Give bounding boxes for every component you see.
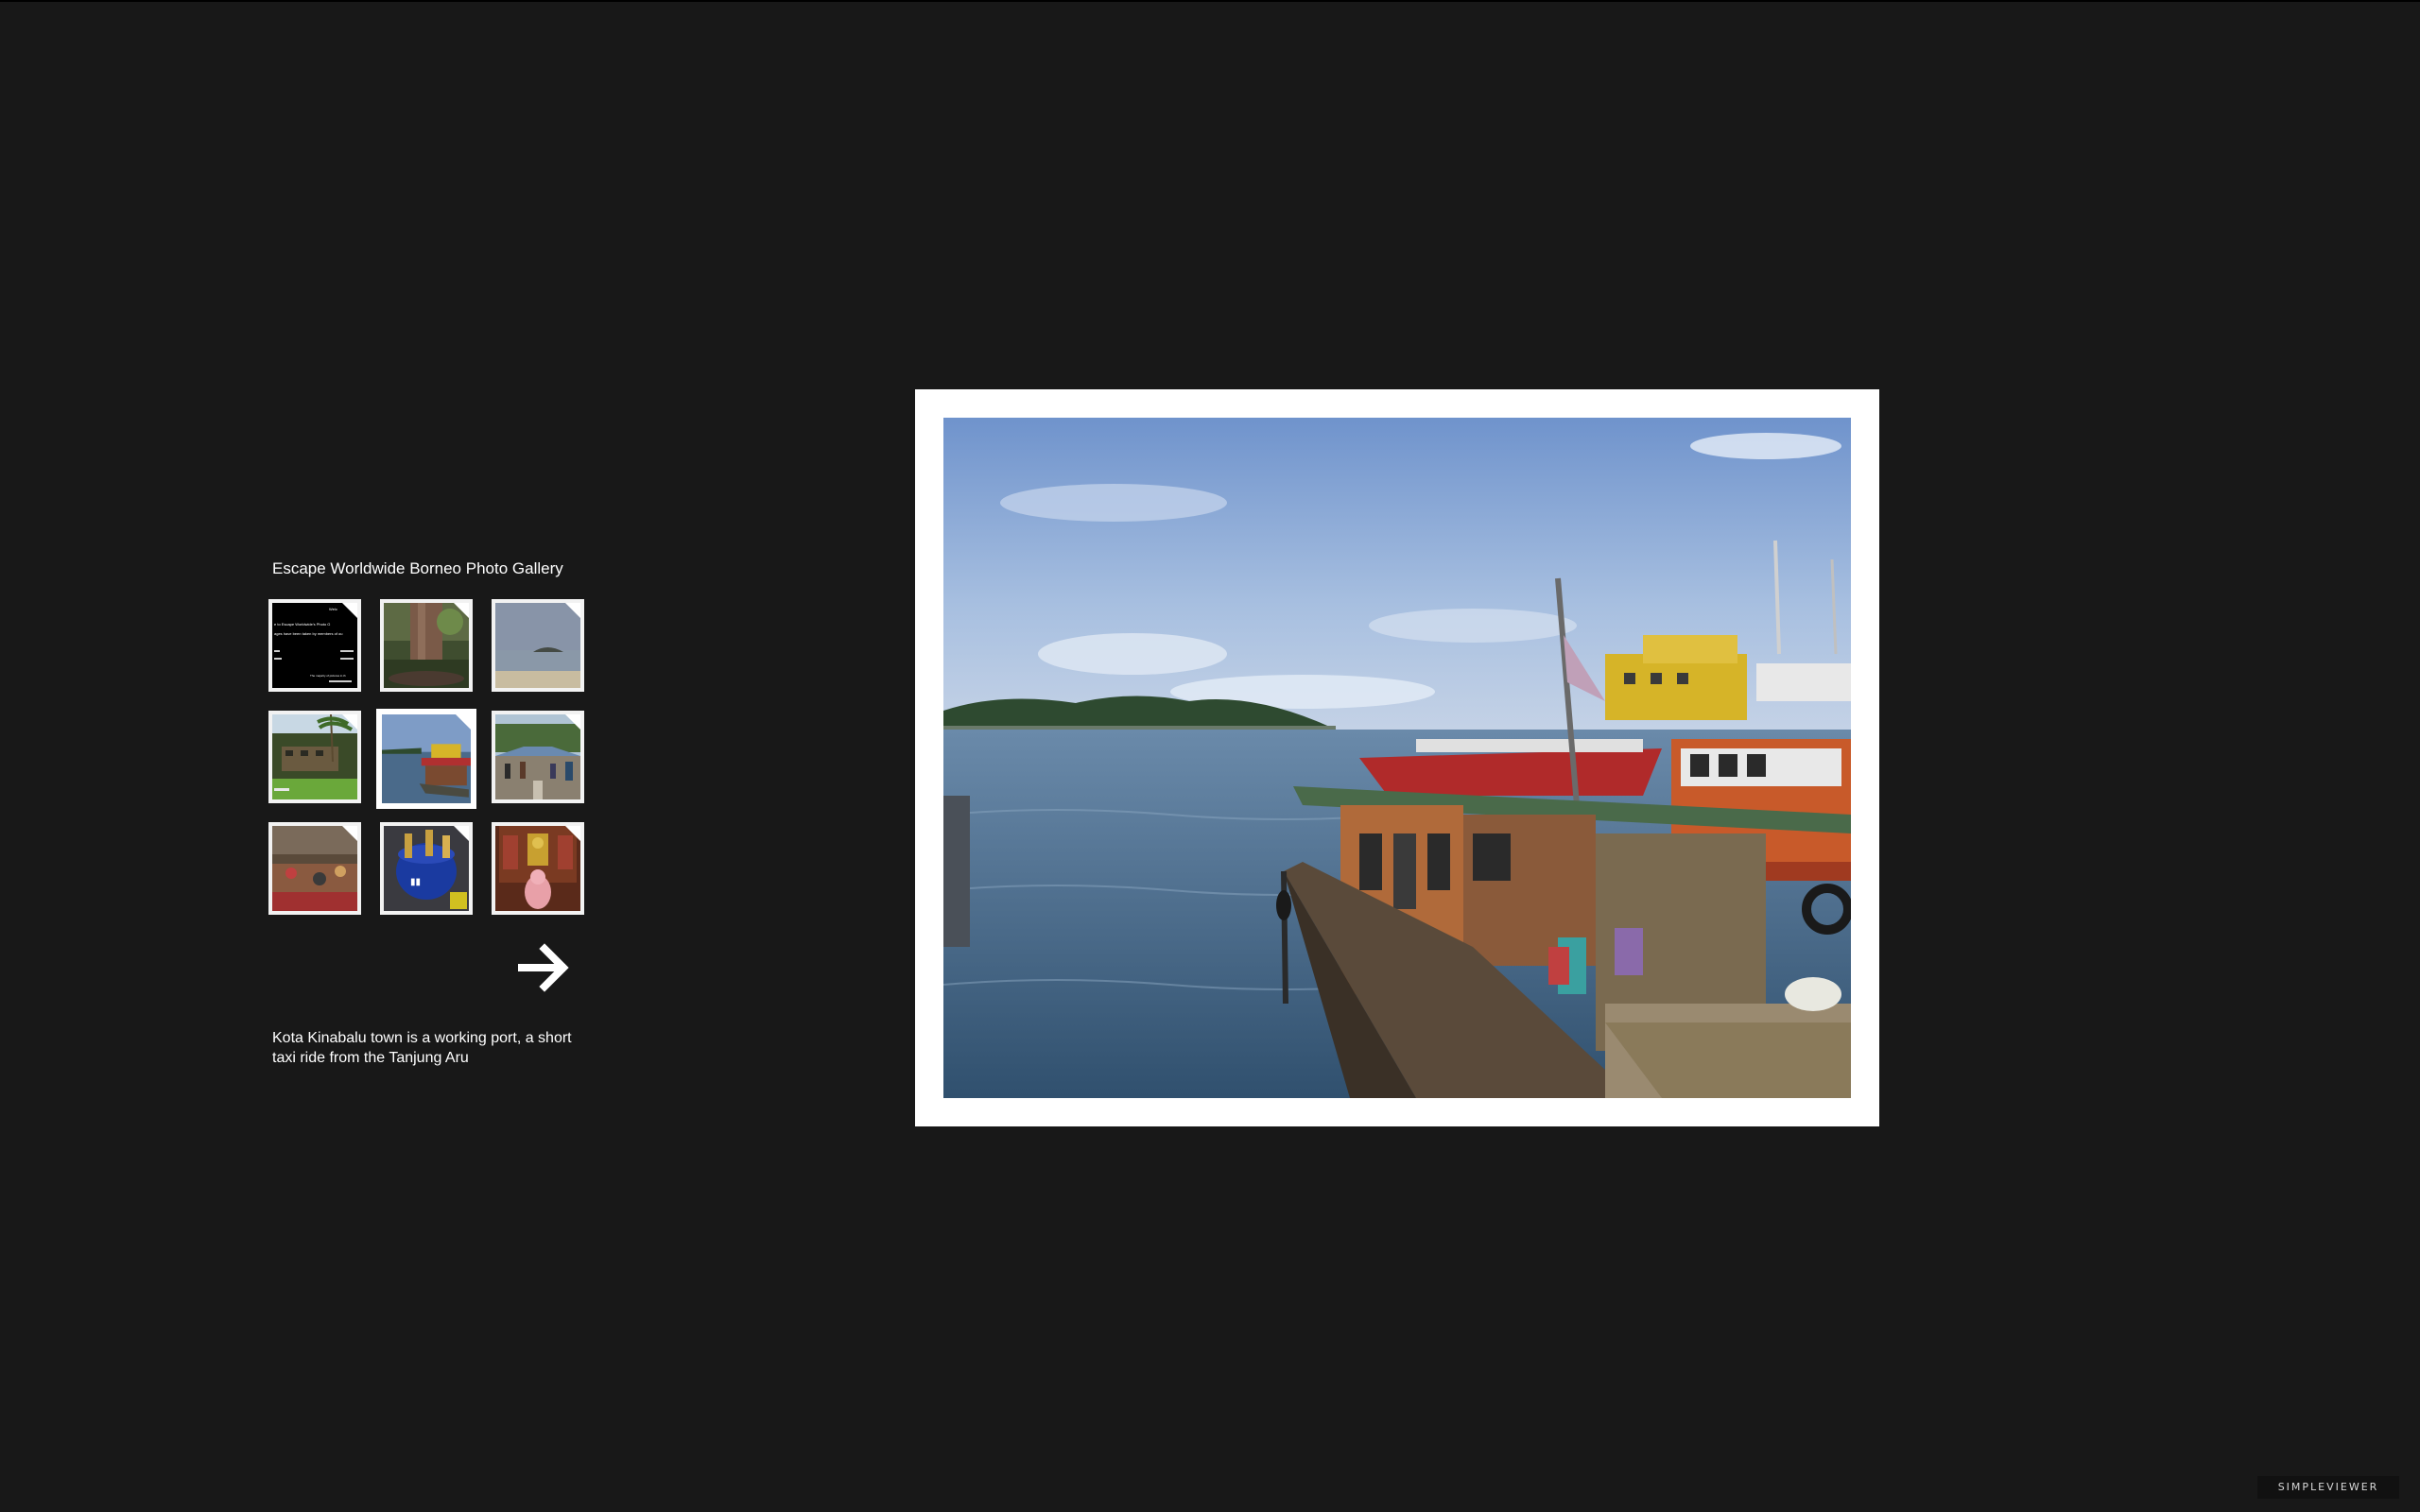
corner-fold-icon: [454, 826, 469, 841]
image-caption: Kota Kinabalu town is a working port, a …: [272, 1030, 572, 1066]
thumbnail-market-street[interactable]: [492, 711, 584, 803]
corner-fold-icon: [565, 714, 580, 730]
corner-fold-icon: [565, 826, 580, 841]
thumb-text-line-1: Welc: [329, 607, 337, 611]
main-image-frame: [915, 389, 1879, 1126]
svg-text:▮▮: ▮▮: [410, 877, 421, 887]
thumbnail-temple-statue[interactable]: [492, 822, 584, 915]
main-image[interactable]: [943, 418, 1851, 1098]
harbor-photo: [943, 418, 1851, 1098]
top-border: [0, 0, 2420, 2]
corner-fold-icon: [342, 826, 357, 841]
arrow-right-icon: [518, 943, 569, 992]
corner-fold-icon: [565, 603, 580, 618]
thumb-text-line-2: e to Escape Worldwide's Photo G: [274, 622, 330, 627]
thumb-text-line-3: ages have been taken by members of ou: [274, 631, 343, 636]
corner-fold-icon: [342, 714, 357, 730]
next-page-button[interactable]: [518, 943, 571, 992]
thumbnail-drinks-bucket[interactable]: ▮▮: [380, 822, 473, 915]
thumbnail-grid: Welc e to Escape Worldwide's Photo G age…: [268, 599, 588, 917]
thumbnail-night-market[interactable]: [268, 822, 361, 915]
thumbnail-welcome[interactable]: Welc e to Escape Worldwide's Photo G age…: [268, 599, 361, 692]
corner-fold-icon: [456, 714, 471, 730]
thumb-text-line-4: The majority of pictures in th: [310, 674, 346, 678]
corner-fold-icon: [454, 603, 469, 618]
simpleviewer-logo[interactable]: SIMPLEVIEWER: [2257, 1476, 2399, 1499]
thumbnail-resort-palm[interactable]: [268, 711, 361, 803]
thumbnail-harbor-boat[interactable]: [376, 709, 476, 809]
corner-fold-icon: [342, 603, 357, 618]
thumbnail-beach-island[interactable]: [492, 599, 584, 692]
thumbnail-rainforest-tree[interactable]: [380, 599, 473, 692]
gallery-title: Escape Worldwide Borneo Photo Gallery: [272, 559, 563, 577]
